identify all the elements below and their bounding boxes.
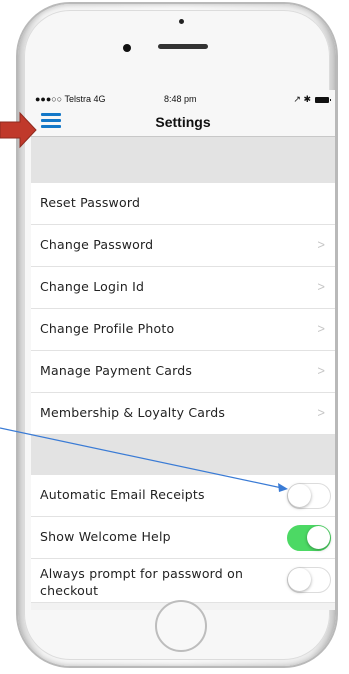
- row-label: Change Password: [40, 237, 154, 252]
- earpiece-speaker: [158, 44, 208, 49]
- show-welcome-help-toggle[interactable]: [287, 525, 331, 551]
- carrier-signal: ●●●○○ Telstra 4G: [35, 94, 106, 104]
- settings-row-always-prompt-password: Always prompt for password on checkout: [31, 559, 335, 603]
- row-label: Automatic Email Receipts: [40, 487, 205, 502]
- settings-row-manage-payment-cards[interactable]: Manage Payment Cards >: [31, 351, 335, 393]
- row-label: Always prompt for password on checkout: [40, 566, 244, 598]
- settings-row-change-profile-photo[interactable]: Change Profile Photo >: [31, 309, 335, 351]
- settings-row-membership-loyalty-cards[interactable]: Membership & Loyalty Cards >: [31, 393, 335, 435]
- row-label: Reset Password: [40, 195, 141, 210]
- front-camera: [123, 44, 131, 52]
- row-label: Change Login Id: [40, 279, 145, 294]
- settings-row-show-welcome-help: Show Welcome Help: [31, 517, 335, 559]
- status-icons: ↗ ✱: [293, 94, 331, 105]
- toggle-knob: [307, 526, 330, 549]
- chevron-right-icon: >: [317, 405, 325, 420]
- settings-row-reset-password[interactable]: Reset Password: [31, 183, 335, 225]
- row-label: Membership & Loyalty Cards: [40, 405, 226, 420]
- settings-row-automatic-email-receipts: Automatic Email Receipts: [31, 475, 335, 517]
- chevron-right-icon: >: [317, 237, 325, 252]
- row-label: Change Profile Photo: [40, 321, 175, 336]
- page-title: Settings: [155, 114, 211, 130]
- toggle-knob: [288, 568, 311, 591]
- automatic-email-receipts-toggle[interactable]: [287, 483, 331, 509]
- section-header-1: [31, 137, 335, 183]
- always-prompt-password-toggle[interactable]: [287, 567, 331, 593]
- section-header-2: [31, 435, 335, 475]
- navigation-bar: Settings: [31, 106, 335, 137]
- row-label: Manage Payment Cards: [40, 363, 193, 378]
- front-sensor: [179, 19, 184, 24]
- settings-row-change-login-id[interactable]: Change Login Id >: [31, 267, 335, 309]
- status-time: 8:48 pm: [164, 94, 197, 104]
- toggle-knob: [288, 484, 311, 507]
- chevron-right-icon: >: [317, 363, 325, 378]
- row-label: Show Welcome Help: [40, 529, 171, 544]
- location-bluetooth-icons: ↗ ✱: [293, 94, 311, 104]
- chevron-right-icon: >: [317, 279, 325, 294]
- home-button[interactable]: [155, 600, 207, 652]
- status-bar: ●●●○○ Telstra 4G 8:48 pm ↗ ✱: [31, 90, 335, 106]
- phone-screen: ●●●○○ Telstra 4G 8:48 pm ↗ ✱ Settings Re…: [31, 90, 335, 610]
- chevron-right-icon: >: [317, 321, 325, 336]
- settings-row-change-password[interactable]: Change Password >: [31, 225, 335, 267]
- battery-icon: [315, 96, 331, 103]
